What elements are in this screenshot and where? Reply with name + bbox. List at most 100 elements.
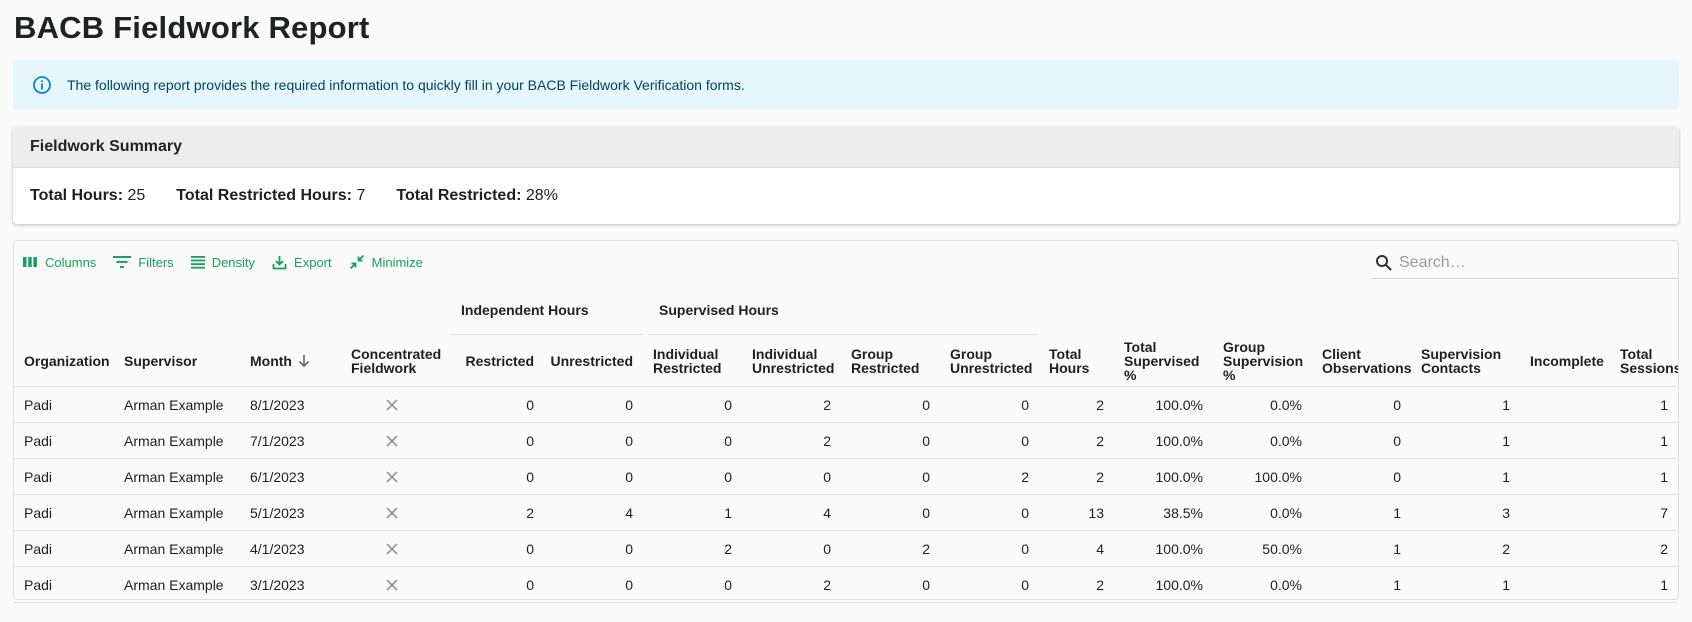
density-button[interactable]: Density	[190, 255, 255, 270]
col-header-supervisor[interactable]: Supervisor	[114, 335, 240, 387]
cell-supervisor: Arman Example	[124, 541, 224, 557]
cell-group-supervision: 50.0%	[1262, 541, 1302, 557]
columns-label: Columns	[45, 254, 97, 270]
col-header-group-supervision[interactable]: Group Supervision %	[1213, 335, 1312, 387]
download-icon	[272, 255, 287, 269]
cell-incomplete	[1520, 459, 1610, 495]
cell-supervision-contacts: 1	[1502, 469, 1510, 485]
col-header-group-restricted[interactable]: Group Restricted	[841, 335, 940, 387]
cell-restricted: 2	[526, 505, 534, 521]
fieldwork-data-grid: Columns Filters Density Export Minimize …	[13, 240, 1679, 603]
cell-incomplete	[1520, 495, 1610, 531]
cell-client-observations: 1	[1393, 541, 1401, 557]
close-icon	[385, 399, 398, 411]
cell-client-observations: 0	[1393, 433, 1401, 449]
col-header-individual-unrestricted[interactable]: Individual Unrestricted	[742, 335, 841, 387]
col-header-month[interactable]: Month	[240, 335, 341, 387]
cell-total-hours: 2	[1096, 433, 1104, 449]
total-hours-value: 25	[127, 187, 146, 204]
cell-group-supervision: 100.0%	[1254, 469, 1302, 485]
table-body: Padi Arman Example 8/1/2023 0 0 0 2 0 0 2 100.0% 0.…	[14, 387, 1678, 603]
close-icon	[385, 543, 398, 555]
cell-supervision-contacts: 1	[1502, 397, 1510, 413]
cell-group-supervision: 0.0%	[1270, 433, 1302, 449]
cell-group-restricted: 2	[922, 541, 930, 557]
col-header-total-supervised[interactable]: Total Supervised %	[1114, 335, 1213, 387]
group-header-supervised-hours: Supervised Hours	[648, 285, 1038, 335]
table-row[interactable]: Padi Arman Example 5/1/2023 2 4 1 4 0 0 13 38.5% 0.…	[14, 495, 1678, 531]
table-row[interactable]: Padi Arman Example 6/1/2023 0 0 0 0 0 2 2 100.0% 10…	[14, 459, 1678, 495]
cell-total-hours: 2	[1096, 469, 1104, 485]
cell-organization: Padi	[24, 397, 53, 413]
cell-individual-unrestricted: 0	[823, 541, 831, 557]
col-header-organization[interactable]: Organization	[14, 335, 114, 387]
cell-individual-restricted: 0	[724, 433, 732, 449]
cell-individual-restricted: 1	[724, 505, 732, 521]
col-header-group-unrestricted[interactable]: Group Unrestricted	[940, 335, 1039, 387]
cell-group-unrestricted: 2	[1021, 469, 1029, 485]
cell-unrestricted: 0	[625, 469, 633, 485]
cell-incomplete	[1520, 423, 1610, 459]
cell-client-observations: 1	[1393, 577, 1401, 593]
concentrated-fieldwork-cell	[341, 423, 442, 459]
col-header-month-label: Month	[250, 353, 292, 369]
cell-supervisor: Arman Example	[124, 433, 224, 449]
cell-group-unrestricted: 0	[1021, 577, 1029, 593]
columns-button[interactable]: Columns	[22, 255, 96, 270]
cell-total-sessions: 2	[1660, 541, 1668, 557]
filter-icon	[113, 256, 132, 268]
total-restricted-hours-stat: Total Restricted Hours: 7	[176, 187, 365, 205]
table-row[interactable]: Padi Arman Example 8/1/2023 0 0 0 2 0 0 2 100.0% 0.…	[14, 387, 1678, 423]
cell-total-sessions: 1	[1660, 397, 1668, 413]
cell-individual-unrestricted: 2	[823, 397, 831, 413]
cell-month: 4/1/2023	[250, 541, 305, 557]
cell-total-supervised: 100.0%	[1155, 577, 1203, 593]
cell-total-hours: 4	[1096, 541, 1104, 557]
table-row[interactable]: Padi Arman Example 7/1/2023 0 0 0 2 0 0 2 100.0% 0.…	[14, 423, 1678, 459]
cell-supervisor: Arman Example	[124, 469, 224, 485]
col-header-total-hours[interactable]: Total Hours	[1039, 335, 1114, 387]
col-header-total-sessions[interactable]: Total Sessions	[1610, 335, 1678, 387]
columns-icon	[23, 257, 37, 267]
minimize-button[interactable]: Minimize	[349, 254, 423, 270]
search-box[interactable]	[1372, 247, 1678, 279]
col-header-client-observations[interactable]: Client Observations	[1312, 335, 1411, 387]
cell-client-observations: 0	[1393, 469, 1401, 485]
cell-month: 7/1/2023	[250, 433, 305, 449]
cell-unrestricted: 0	[625, 433, 633, 449]
total-hours-stat: Total Hours: 25	[30, 187, 145, 205]
page-title: BACB Fieldwork Report	[14, 10, 370, 45]
col-header-individual-restricted[interactable]: Individual Restricted	[643, 335, 742, 387]
cell-month: 8/1/2023	[250, 397, 305, 413]
col-header-concentrated-fieldwork[interactable]: Concentrated Fieldwork	[341, 335, 442, 387]
cell-individual-unrestricted: 2	[823, 577, 831, 593]
concentrated-fieldwork-cell	[341, 387, 442, 423]
cell-supervisor: Arman Example	[124, 505, 224, 521]
export-button[interactable]: Export	[272, 255, 332, 270]
cell-restricted: 0	[526, 397, 534, 413]
cell-supervisor: Arman Example	[124, 577, 224, 593]
table-row[interactable]: Padi Arman Example 3/1/2023 0 0 0 2 0 0 2 100.0% 0.…	[14, 567, 1678, 603]
col-header-restricted[interactable]: Restricted	[442, 335, 544, 387]
table-row[interactable]: Padi Arman Example 4/1/2023 0 0 2 0 2 0 4 100.0% 50…	[14, 531, 1678, 567]
fieldwork-summary-card: Fieldwork Summary Total Hours: 25 Total …	[13, 127, 1679, 224]
filters-button[interactable]: Filters	[113, 255, 174, 270]
col-header-incomplete[interactable]: Incomplete	[1520, 335, 1610, 387]
col-header-unrestricted[interactable]: Unrestricted	[544, 335, 643, 387]
cell-individual-unrestricted: 4	[823, 505, 831, 521]
cell-total-hours: 2	[1096, 397, 1104, 413]
column-header-row: Organization Supervisor Month Concentrat…	[14, 335, 1678, 387]
cell-total-supervised: 100.0%	[1155, 397, 1203, 413]
cell-group-restricted: 0	[922, 577, 930, 593]
cell-group-unrestricted: 0	[1021, 505, 1029, 521]
col-header-supervision-contacts[interactable]: Supervision Contacts	[1411, 335, 1520, 387]
cell-organization: Padi	[24, 577, 53, 593]
arrow-down-icon	[298, 355, 310, 368]
cell-group-restricted: 0	[922, 505, 930, 521]
search-input[interactable]	[1399, 253, 1659, 272]
alert-text: The following report provides the requir…	[67, 77, 745, 93]
total-restricted-stat: Total Restricted: 28%	[396, 187, 558, 205]
total-restricted-hours-value: 7	[356, 187, 366, 204]
cell-restricted: 0	[526, 577, 534, 593]
total-restricted-value: 28%	[525, 187, 558, 204]
